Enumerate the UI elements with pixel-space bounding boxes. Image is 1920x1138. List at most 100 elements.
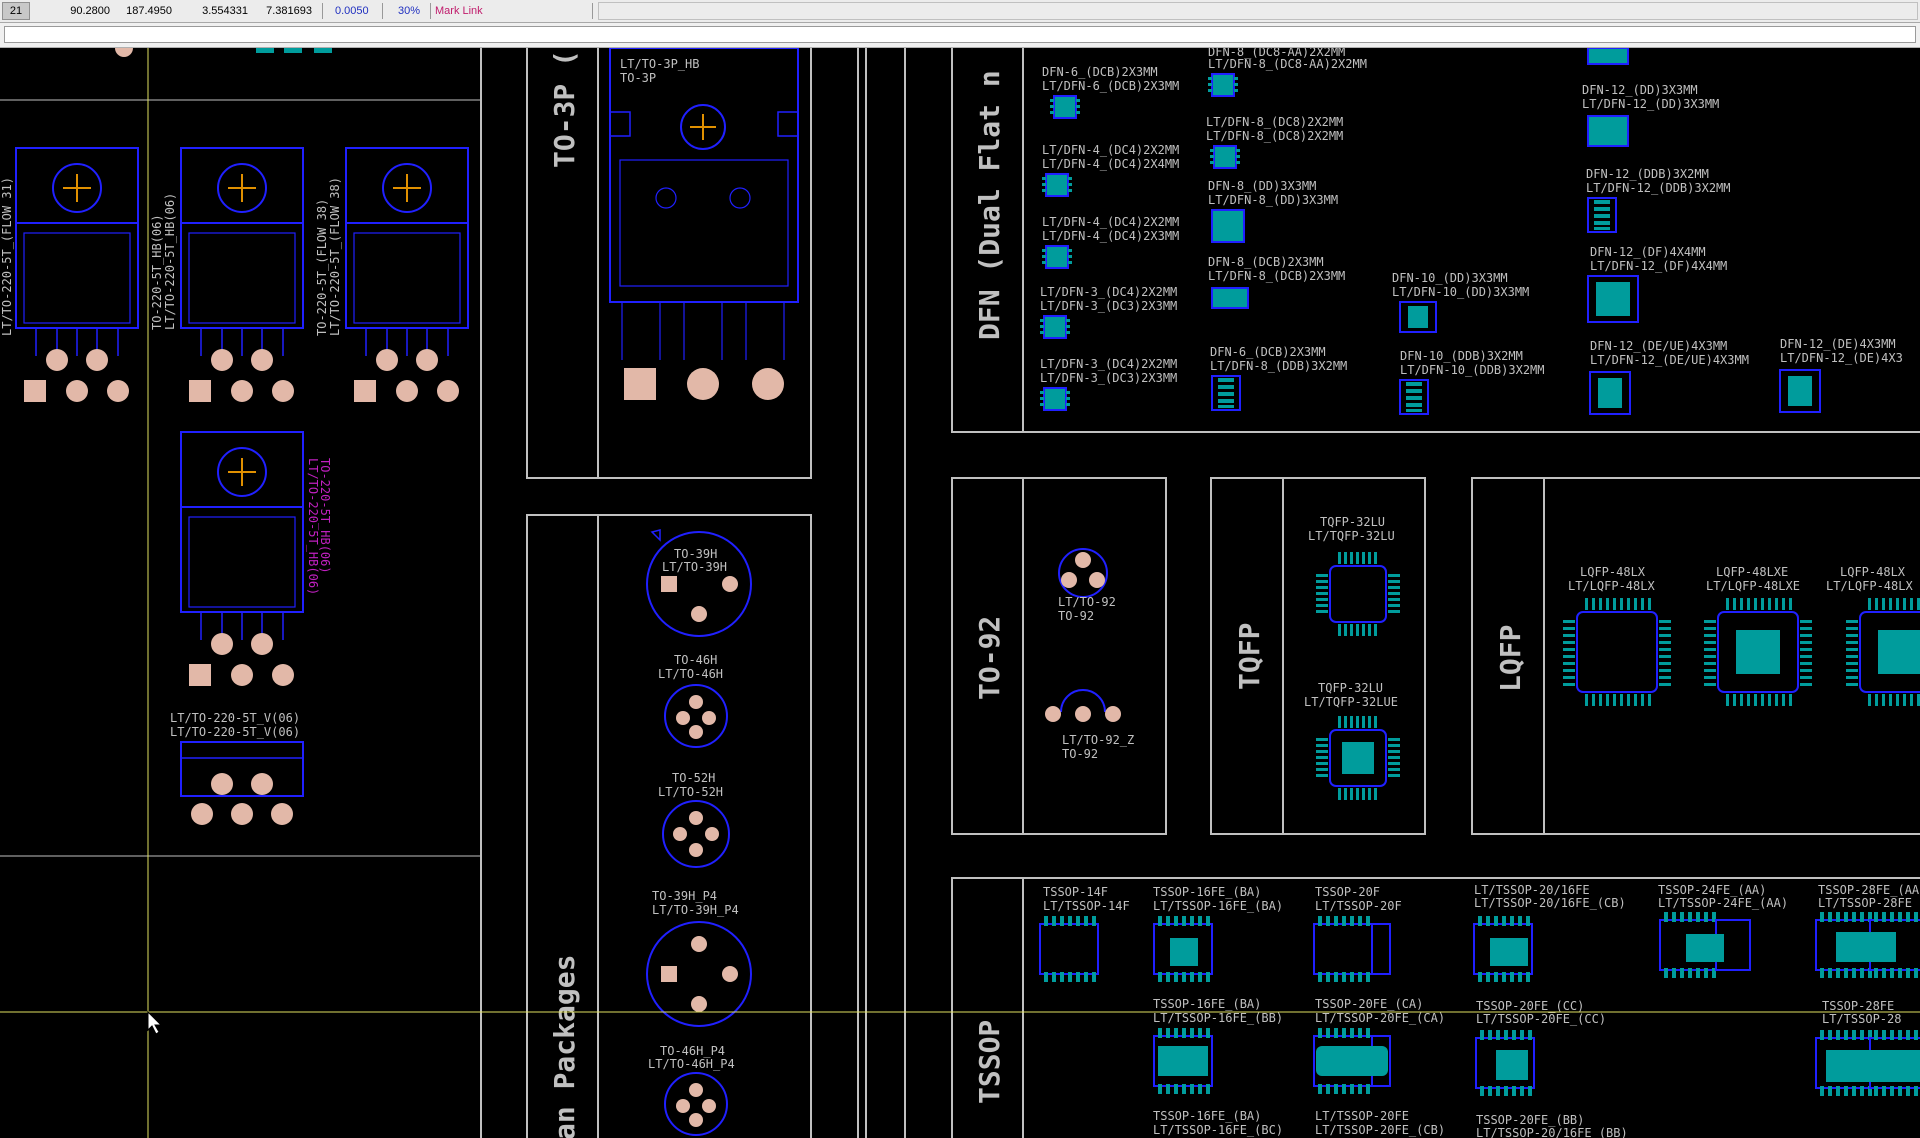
to92z-footprint[interactable] bbox=[1045, 689, 1121, 722]
layout-canvas[interactable]: LT/TO-220-5T_(FLOW 31) TO-220-5T_HB(06) … bbox=[0, 48, 1920, 1138]
label-tssop: TSSOP-14F bbox=[1043, 885, 1108, 899]
label-to220-hb06: TO-220-5T_HB(06) bbox=[150, 214, 164, 330]
to39h-footprint[interactable] bbox=[646, 529, 752, 637]
lqfp-footprint[interactable] bbox=[1562, 597, 1672, 707]
tssop-footprint[interactable] bbox=[1475, 1029, 1535, 1097]
tssop-footprint[interactable] bbox=[1815, 911, 1920, 979]
section-dfn: DFN (Dual Flat n bbox=[973, 70, 1006, 340]
status-divider bbox=[382, 3, 383, 19]
label-tqfp: LT/TQFP-32LU bbox=[1308, 529, 1395, 543]
tssop-footprint[interactable] bbox=[1659, 911, 1751, 979]
to52h-footprint[interactable] bbox=[662, 800, 730, 868]
label-tqfp: TQFP-32LU bbox=[1320, 515, 1385, 529]
y-coordinate: 187.4950 bbox=[126, 5, 172, 17]
label-dfn: LT/DFN-6_(DCB)2X3MM bbox=[1042, 79, 1179, 93]
label-tssop: LT/TSSOP-16FE_(BC) bbox=[1153, 1123, 1283, 1137]
pad bbox=[256, 48, 274, 53]
label-to220-flow31: LT/TO-220-5T_(FLOW 31) bbox=[0, 177, 14, 336]
label-lqfp: LT/LQFP-48LX bbox=[1826, 579, 1913, 593]
lqfp-footprint[interactable] bbox=[1845, 597, 1920, 707]
tssop-footprint[interactable] bbox=[1313, 1027, 1391, 1095]
label-tssop: LT/TSSOP-20/16FE_(BB) bbox=[1476, 1126, 1628, 1138]
to39h-p4-footprint[interactable] bbox=[646, 921, 752, 1027]
dfn-footprint[interactable] bbox=[1211, 375, 1241, 411]
tssop-footprint[interactable] bbox=[1153, 1027, 1213, 1095]
label-tssop: LT/TSSOP-14F bbox=[1043, 899, 1130, 913]
label-dfn: LT/DFN-8_(DCB)2X3MM bbox=[1208, 269, 1345, 283]
status-divider bbox=[592, 3, 593, 19]
to220-footprint[interactable] bbox=[15, 147, 139, 403]
label-tssop: LT/TSSOP-20FE bbox=[1315, 1109, 1409, 1123]
label-lqfp: LT/LQFP-48LXE bbox=[1706, 579, 1800, 593]
label-tssop: LT/TSSOP-20FE_(CB) bbox=[1315, 1123, 1445, 1137]
dfn-footprint[interactable] bbox=[1587, 275, 1639, 323]
dfn-footprint[interactable] bbox=[1211, 209, 1245, 243]
dfn-footprint[interactable] bbox=[1589, 371, 1631, 415]
label-to46h: TO-46H bbox=[674, 653, 717, 667]
dfn-footprint[interactable] bbox=[1399, 301, 1437, 333]
tssop-footprint[interactable] bbox=[1473, 915, 1533, 983]
label-to39h-p4: TO-39H_P4 bbox=[652, 889, 717, 903]
label-to220-flow38: TO-220-5T_(FLOW 38) bbox=[315, 199, 329, 336]
to46h-footprint[interactable] bbox=[664, 684, 728, 748]
to220-footprint[interactable] bbox=[180, 431, 304, 687]
label-dfn: LT/DFN-3_(DC3)2X3MM bbox=[1040, 299, 1177, 313]
to220v-footprint[interactable] bbox=[180, 741, 304, 825]
section-tqfp: TQFP bbox=[1233, 623, 1266, 690]
dfn-footprint[interactable] bbox=[1049, 95, 1081, 119]
dfn-footprint[interactable] bbox=[1039, 315, 1071, 339]
dfn-footprint[interactable] bbox=[1399, 379, 1429, 415]
to3p-footprint[interactable] bbox=[609, 48, 799, 360]
to220-footprint[interactable] bbox=[180, 147, 304, 403]
command-input[interactable] bbox=[4, 26, 1916, 43]
label-dfn: LT/DFN-3_(DC3)2X3MM bbox=[1040, 371, 1177, 385]
label-tssop: LT/TSSOP-20/16FE_(CB) bbox=[1474, 896, 1626, 910]
label-dfn: LT/DFN-8_(DC8)2X2MM bbox=[1206, 115, 1343, 129]
section-to3p: TO-3P ( bbox=[548, 50, 581, 168]
to220-footprint[interactable] bbox=[345, 147, 469, 403]
label-lqfp: LQFP-48LX bbox=[1840, 565, 1906, 579]
dfn-footprint[interactable] bbox=[1779, 369, 1821, 413]
to92-footprint[interactable] bbox=[1058, 548, 1108, 598]
tqfp-footprint[interactable] bbox=[1315, 715, 1401, 801]
label-dfn: DFN-6_(DCB)2X3MM bbox=[1042, 65, 1158, 79]
label-tssop: LT/TSSOP-16FE_(BA) bbox=[1153, 899, 1283, 913]
dfn-footprint[interactable] bbox=[1041, 173, 1073, 197]
dfn-footprint[interactable] bbox=[1039, 387, 1071, 411]
tssop-footprint[interactable] bbox=[1153, 915, 1213, 983]
tqfp-footprint[interactable] bbox=[1315, 551, 1401, 637]
dfn-footprint[interactable] bbox=[1587, 197, 1617, 233]
dfn-footprint[interactable] bbox=[1587, 115, 1629, 147]
section-lqfp: LQFP bbox=[1494, 625, 1527, 692]
layer-number-field[interactable]: 21 bbox=[2, 2, 30, 20]
to46h-p4-footprint[interactable] bbox=[664, 1072, 728, 1136]
mode-text: Mark Link bbox=[435, 5, 483, 17]
label-to46h-p4: TO-46H_P4 bbox=[660, 1044, 725, 1058]
tssop-footprint[interactable] bbox=[1313, 915, 1391, 983]
label-to92: LT/TO-92 bbox=[1058, 595, 1116, 609]
label-to52h: TO-52H bbox=[672, 771, 715, 785]
label-tssop: TSSOP-28FE_(AA) bbox=[1818, 883, 1920, 897]
dfn-footprint[interactable] bbox=[1207, 73, 1239, 97]
label-to92z: TO-92 bbox=[1062, 747, 1098, 761]
status-message-field bbox=[598, 2, 1918, 20]
command-line bbox=[0, 23, 1920, 48]
dfn-footprint[interactable] bbox=[1041, 245, 1073, 269]
pad bbox=[314, 48, 332, 53]
label-dfn: LT/DFN-8_(DC8)2X2MM bbox=[1206, 129, 1343, 143]
tssop-footprint[interactable] bbox=[1039, 915, 1099, 983]
label-to220-v: LT/TO-220-5T_V(06) bbox=[170, 725, 300, 739]
label-dfn: DFN-12_(DD)3X3MM bbox=[1582, 83, 1698, 97]
dfn-footprint[interactable] bbox=[1587, 48, 1629, 65]
label-dfn: DFN-8_(DCB)2X3MM bbox=[1208, 255, 1324, 269]
tssop-footprint[interactable] bbox=[1815, 1029, 1920, 1097]
tssop-frame bbox=[951, 877, 1920, 1138]
lqfp-footprint[interactable] bbox=[1703, 597, 1813, 707]
label-to220-hb06: LT/TO-220-5T_HB(06) bbox=[163, 193, 177, 330]
label-dfn: LT/DFN-4_(DC4)2X4MM bbox=[1042, 157, 1179, 171]
dfn-footprint[interactable] bbox=[1209, 145, 1241, 169]
dfn-footprint[interactable] bbox=[1211, 287, 1249, 309]
label-dfn: LT/DFN-12_(DE)4X3 bbox=[1780, 351, 1903, 365]
label-to39h: LT/TO-39H bbox=[662, 560, 727, 574]
label-dfn: LT/DFN-4_(DC4)2X2MM bbox=[1042, 143, 1179, 157]
